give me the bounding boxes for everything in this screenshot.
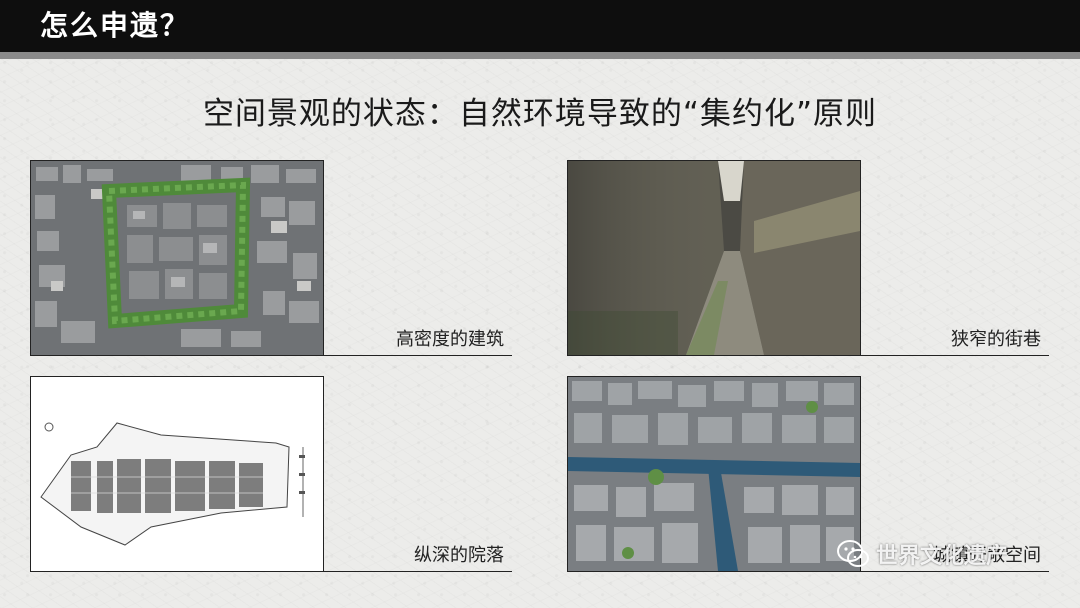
slide-title: 空间景观的状态：自然环境导致的“集约化”原则 <box>202 96 878 132</box>
photo-town-open-space <box>567 376 861 572</box>
courtyard-site-plan-image <box>31 377 323 571</box>
caption-deep-courtyards: 纵深的院落 <box>414 545 504 566</box>
narrow-alley-image <box>568 161 860 355</box>
caption-narrow-alley: 狭窄的街巷 <box>951 329 1041 350</box>
watermark: 世界文化遗产 <box>836 538 1008 570</box>
photo-high-density-buildings <box>30 160 324 356</box>
aerial-canal-town-image <box>568 377 860 571</box>
caption-underline-2 <box>859 355 1049 356</box>
caption-underline-4 <box>859 571 1049 572</box>
caption-underline-1 <box>322 355 512 356</box>
watermark-text: 世界文化遗产 <box>876 544 1009 569</box>
wechat-icon <box>837 540 869 567</box>
header-divider <box>0 52 1080 59</box>
header-bar: 怎么申遗？ <box>0 0 1080 52</box>
photo-narrow-alley <box>567 160 861 356</box>
header-title: 怎么申遗？ <box>40 9 191 42</box>
caption-high-density-buildings: 高密度的建筑 <box>396 329 504 350</box>
photo-courtyard-plan <box>30 376 324 572</box>
aerial-dense-city-image <box>31 161 323 355</box>
caption-underline-3 <box>322 571 512 572</box>
